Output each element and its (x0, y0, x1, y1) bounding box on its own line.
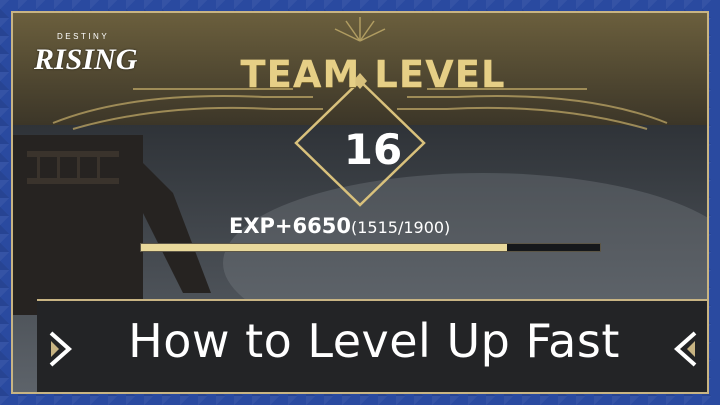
destiny-rising-logo: DESTINY RISING (31, 31, 155, 77)
chevron-left-icon (673, 331, 697, 367)
image-panel: DESTINY RISING TEAM LEVEL 16 EXP+6650(15… (11, 11, 709, 394)
team-level-title: TEAM LEVEL (240, 53, 506, 96)
article-title: How to Level Up Fast (128, 314, 620, 368)
exp-gain: EXP+6650 (229, 214, 351, 238)
exp-progress-bar (140, 243, 601, 252)
chevron-right-icon (49, 331, 73, 367)
exp-progress-fill (141, 244, 507, 251)
logo-main-text: RISING (34, 43, 138, 76)
exp-readout: EXP+6650(1515/1900) (229, 214, 450, 238)
logo-top-text: DESTINY (57, 32, 110, 41)
exp-progress: (1515/1900) (350, 218, 451, 237)
team-level-number: 16 (343, 125, 403, 174)
